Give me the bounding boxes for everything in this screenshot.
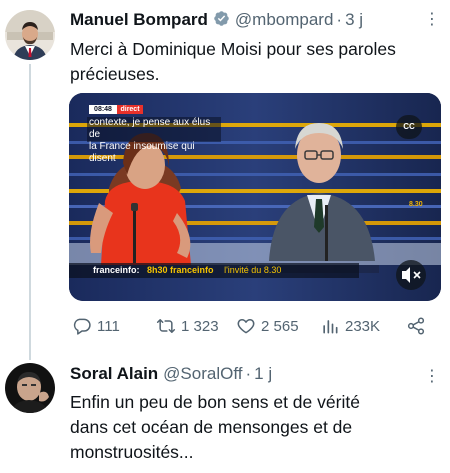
tweet-actions: 111 1 323 2 565 233K [70,316,430,338]
author-handle[interactable]: @SoralOff [163,364,242,384]
video-live-badge: direct [120,106,140,113]
like-count: 2 565 [261,317,299,335]
author-name[interactable]: Manuel Bompard [70,10,208,30]
tweet-text-line: dans cet océan de mensonges et de [70,417,353,437]
share-button[interactable] [406,316,426,336]
share-icon [407,317,425,335]
timestamp[interactable]: 1 j [254,364,272,384]
tweet-header: Manuel Bompard @mbompard · 3 j [70,8,363,30]
views-count: 233K [345,317,381,335]
tweet-1[interactable]: Manuel Bompard @mbompard · 3 j ⋮ Merci à… [0,0,450,345]
verified-badge-icon [213,10,230,27]
separator-dot: · [245,364,252,383]
closed-captions-button[interactable]: CC [396,115,422,139]
reply-count: 111 [97,317,120,335]
author-name[interactable]: Soral Alain [70,364,158,384]
tweet-text: Merci à Dominique Moisi pour ses paroles… [70,37,396,87]
reply-icon [73,318,91,335]
timestamp[interactable]: 3 j [345,10,363,30]
tweet-text-line: Merci à Dominique Moisi pour ses paroles [70,39,396,59]
retweet-count: 1 323 [181,317,219,335]
tweet-header: Soral Alain @SoralOff · 1 j [70,364,272,384]
video-caption-line: la France insoumise qui disent [89,141,195,164]
mute-button[interactable] [396,260,426,290]
like-button[interactable]: 2 565 [236,316,299,336]
analytics-icon [323,320,338,334]
more-options-icon[interactable]: ⋮ [424,366,441,386]
retweet-icon [156,319,176,333]
tweet-text-line: précieuses. [70,64,160,84]
heart-icon [237,319,255,334]
ticker-text: l'invité du 8.30 [224,265,282,275]
video-player[interactable]: 08:48 direct contexte, je pense aux élus… [69,93,441,301]
avatar[interactable] [5,10,55,60]
ticker-text: 8h30 franceinfo [147,265,214,275]
separator-dot: · [336,10,343,29]
avatar[interactable] [5,363,55,413]
video-caption: contexte, je pense aux élus de la France… [89,117,223,165]
retweet-button[interactable]: 1 323 [156,316,219,336]
views-button[interactable]: 233K [320,316,380,336]
tweet-text-line: Enfin un peu de bon sens et de vérité [70,392,360,412]
tweet-text: Enfin un peu de bon sens et de vérité da… [70,390,360,465]
video-caption-line: contexte, je pense aux élus de [89,117,211,140]
tweet-text-line: monstruosités... [70,442,194,462]
ticker-brand: franceinfo: [93,265,140,275]
video-ticker: franceinfo: 8h30 franceinfo l'invité du … [93,264,281,277]
tweet-2[interactable]: Soral Alain @SoralOff · 1 j ⋮ Enfin un p… [0,355,450,473]
video-backdrop-text: 8.30 [409,201,423,208]
author-handle[interactable]: @mbompard [235,10,334,30]
reply-button[interactable]: 111 [72,316,120,336]
more-options-icon[interactable]: ⋮ [424,9,441,29]
video-time-badge: 08:48 [94,106,112,113]
